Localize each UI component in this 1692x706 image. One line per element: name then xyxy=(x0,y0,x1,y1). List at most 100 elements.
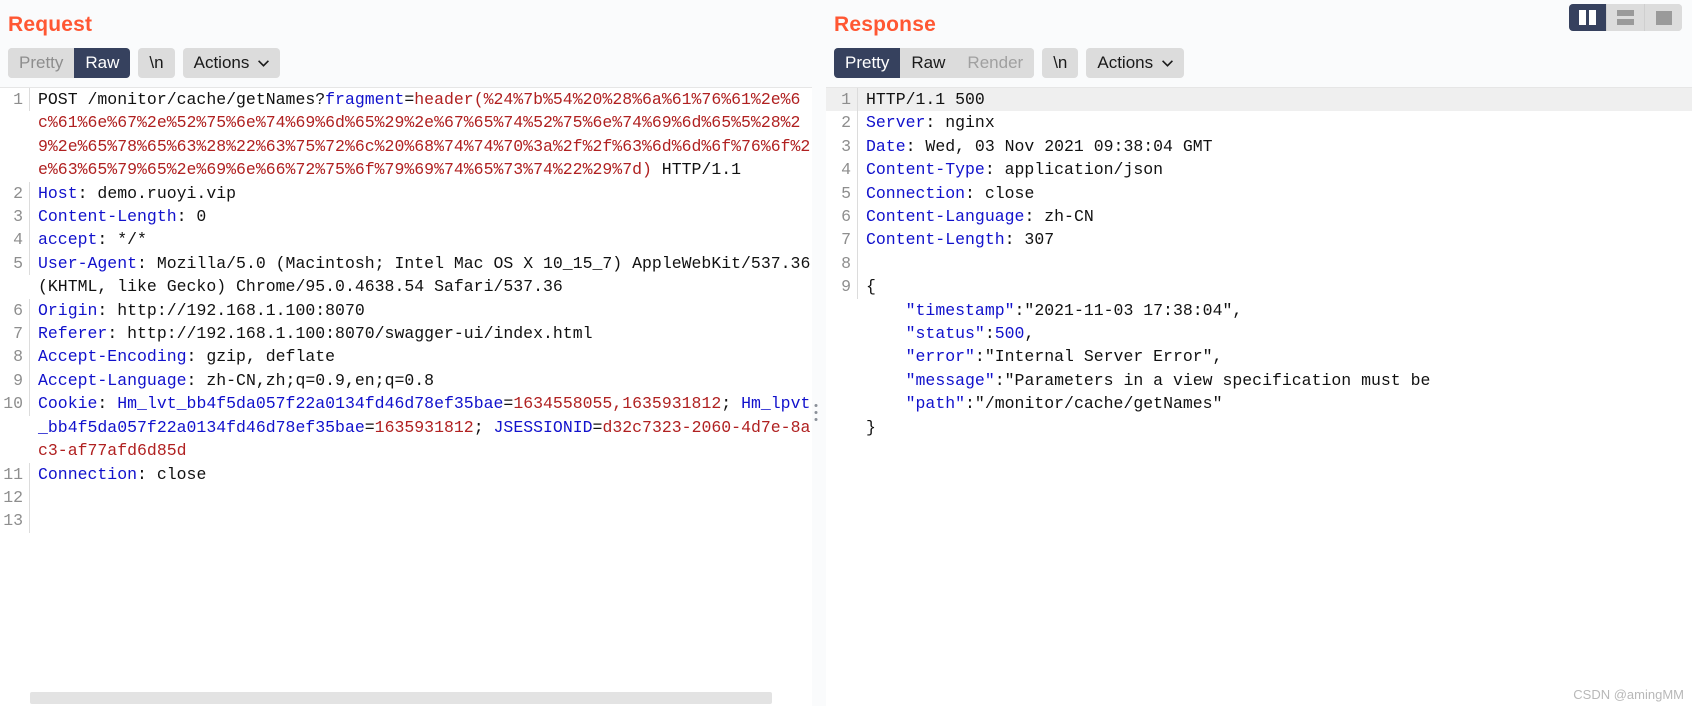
line-content[interactable]: User-Agent: Mozilla/5.0 (Macintosh; Inte… xyxy=(30,252,812,299)
line-content[interactable]: HTTP/1.1 500 xyxy=(858,88,1692,111)
line-content[interactable]: "message":"Parameters in a view specific… xyxy=(858,369,1692,392)
response-editor[interactable]: 1 HTTP/1.1 500 2 Server: nginx 3 Date: Wed, 0… xyxy=(826,87,1692,706)
line-content[interactable]: Referer: http://192.168.1.100:8070/swagg… xyxy=(30,322,812,345)
request-tab-pretty[interactable]: Pretty xyxy=(8,48,75,78)
view-mode-split-vertical-button[interactable] xyxy=(1569,4,1606,31)
view-mode-toggle-group[interactable] xyxy=(1569,4,1682,31)
line-content[interactable]: "timestamp":"2021-11-03 17:38:04", xyxy=(858,299,1692,322)
code-token: ; xyxy=(721,394,742,414)
code-token: : xyxy=(97,394,118,414)
code-token: 1635931812 xyxy=(374,417,474,437)
response-toolbar: Pretty Raw Render \n Actions xyxy=(820,38,1692,87)
code-line: "status":500, xyxy=(826,322,1692,345)
code-token: { xyxy=(866,277,876,297)
line-content[interactable]: Cookie: Hm_lvt_bb4f5da057f22a0134fd46d78… xyxy=(30,392,812,462)
line-content[interactable]: { xyxy=(858,275,1692,298)
line-content[interactable]: "error":"Internal Server Error", xyxy=(858,345,1692,368)
request-view-tabs[interactable]: Pretty Raw xyxy=(8,48,131,78)
code-line: 4 Content-Type: application/json xyxy=(826,158,1692,182)
code-token: "status" xyxy=(905,324,985,344)
request-editor[interactable]: 1 POST /monitor/cache/getNames?fragment=h… xyxy=(0,87,812,706)
line-number: 5 xyxy=(826,181,858,206)
code-token: Hm_lvt_bb4f5da057f22a0134fd46d78ef35bae xyxy=(117,394,504,414)
line-content[interactable]: accept: */* xyxy=(30,228,812,251)
burp-message-viewer: Request Pretty Raw \n Actions 1 POST /mon… xyxy=(0,0,1692,706)
code-token: :"2021-11-03 17:38:04", xyxy=(1014,300,1243,320)
line-content[interactable]: Host: demo.ruoyi.vip xyxy=(30,182,812,205)
code-token: : Mozilla/5.0 (Macintosh; Intel Mac OS X… xyxy=(38,253,811,297)
code-line: 3 Date: Wed, 03 Nov 2021 09:38:04 GMT xyxy=(826,134,1692,159)
line-number: 5 xyxy=(0,251,30,276)
response-code: 1 HTTP/1.1 500 2 Server: nginx 3 Date: Wed, 0… xyxy=(826,88,1692,439)
code-token: Accept-Encoding xyxy=(38,347,187,367)
response-newline-button[interactable]: \n xyxy=(1042,48,1079,78)
code-token: : http://192.168.1.100:8070 xyxy=(97,300,365,320)
code-token: 500 xyxy=(994,324,1025,344)
code-line: 6 Origin: http://192.168.1.100:8070 xyxy=(0,298,812,323)
code-line: "error":"Internal Server Error", xyxy=(826,345,1692,368)
line-content[interactable]: Content-Type: application/json xyxy=(858,158,1692,181)
code-line: "path":"/monitor/cache/getNames" xyxy=(826,392,1692,415)
code-line: 8 xyxy=(826,251,1692,276)
line-content[interactable]: Accept-Language: zh-CN,zh;q=0.9,en;q=0.8 xyxy=(30,369,812,392)
code-line: 13 xyxy=(0,509,812,533)
line-content[interactable]: Content-Length: 0 xyxy=(30,205,812,228)
code-token: JSESSIONID xyxy=(493,417,593,437)
code-token: : close xyxy=(965,183,1035,203)
code-token: Content-Length xyxy=(866,230,1005,250)
code-token: : close xyxy=(137,464,207,484)
view-mode-single-button[interactable] xyxy=(1644,4,1682,31)
line-number: 10 xyxy=(0,392,30,416)
line-number: 7 xyxy=(0,322,30,346)
line-content[interactable]: Accept-Encoding: gzip, deflate xyxy=(30,345,812,368)
code-line: 6 Content-Language: zh-CN xyxy=(826,205,1692,229)
line-content[interactable]: POST /monitor/cache/getNames?fragment=he… xyxy=(30,88,812,182)
line-number: 2 xyxy=(0,181,30,206)
code-line: 5 Connection: close xyxy=(826,181,1692,206)
code-token: = xyxy=(503,394,514,414)
rows-icon xyxy=(1617,10,1634,25)
request-actions-button[interactable]: Actions xyxy=(182,48,281,78)
drag-handle-icon[interactable] xyxy=(814,404,818,421)
line-content[interactable]: Content-Language: zh-CN xyxy=(858,205,1692,228)
line-content[interactable]: Origin: http://192.168.1.100:8070 xyxy=(30,299,812,322)
line-number: 11 xyxy=(0,462,30,486)
view-mode-split-horizontal-button[interactable] xyxy=(1606,4,1644,31)
request-scrollbar-thumb[interactable] xyxy=(30,692,772,704)
line-number: 2 xyxy=(826,111,858,135)
line-content[interactable]: } xyxy=(858,416,1692,439)
response-panel-title: Response xyxy=(834,13,936,36)
line-number: 4 xyxy=(826,158,858,182)
code-token: :"Internal Server Error", xyxy=(974,347,1223,367)
request-horizontal-scrollbar[interactable] xyxy=(30,690,812,706)
request-tab-raw[interactable]: Raw xyxy=(74,48,131,78)
code-token: : demo.ruoyi.vip xyxy=(77,183,237,203)
request-newline-button[interactable]: \n xyxy=(138,48,175,78)
line-content[interactable]: Connection: close xyxy=(30,463,812,486)
response-actions-button[interactable]: Actions xyxy=(1086,48,1185,78)
response-tab-render[interactable]: Render xyxy=(956,48,1035,78)
line-content[interactable]: Server: nginx xyxy=(858,111,1692,134)
pane-divider[interactable] xyxy=(812,0,820,706)
code-token: "message" xyxy=(905,370,995,390)
line-content[interactable]: "path":"/monitor/cache/getNames" xyxy=(858,392,1692,415)
code-token: : Wed, 03 Nov 2021 09:38:04 GMT xyxy=(905,136,1213,156)
code-token: ; xyxy=(473,417,494,437)
code-token: Server xyxy=(866,113,926,133)
response-tab-raw[interactable]: Raw xyxy=(900,48,957,78)
line-number: 8 xyxy=(826,251,858,276)
code-token: Accept-Language xyxy=(38,370,187,390)
line-content[interactable]: "status":500, xyxy=(858,322,1692,345)
code-token: , xyxy=(1024,324,1035,344)
line-content[interactable]: Content-Length: 307 xyxy=(858,228,1692,251)
code-line: 9 Accept-Language: zh-CN,zh;q=0.9,en;q=0.… xyxy=(0,368,812,393)
code-token: : application/json xyxy=(984,160,1164,180)
response-view-tabs[interactable]: Pretty Raw Render xyxy=(834,48,1035,78)
line-content[interactable]: Connection: close xyxy=(858,182,1692,205)
line-content[interactable]: Date: Wed, 03 Nov 2021 09:38:04 GMT xyxy=(858,135,1692,158)
response-tab-pretty[interactable]: Pretty xyxy=(834,48,901,78)
code-token: Connection xyxy=(38,464,138,484)
